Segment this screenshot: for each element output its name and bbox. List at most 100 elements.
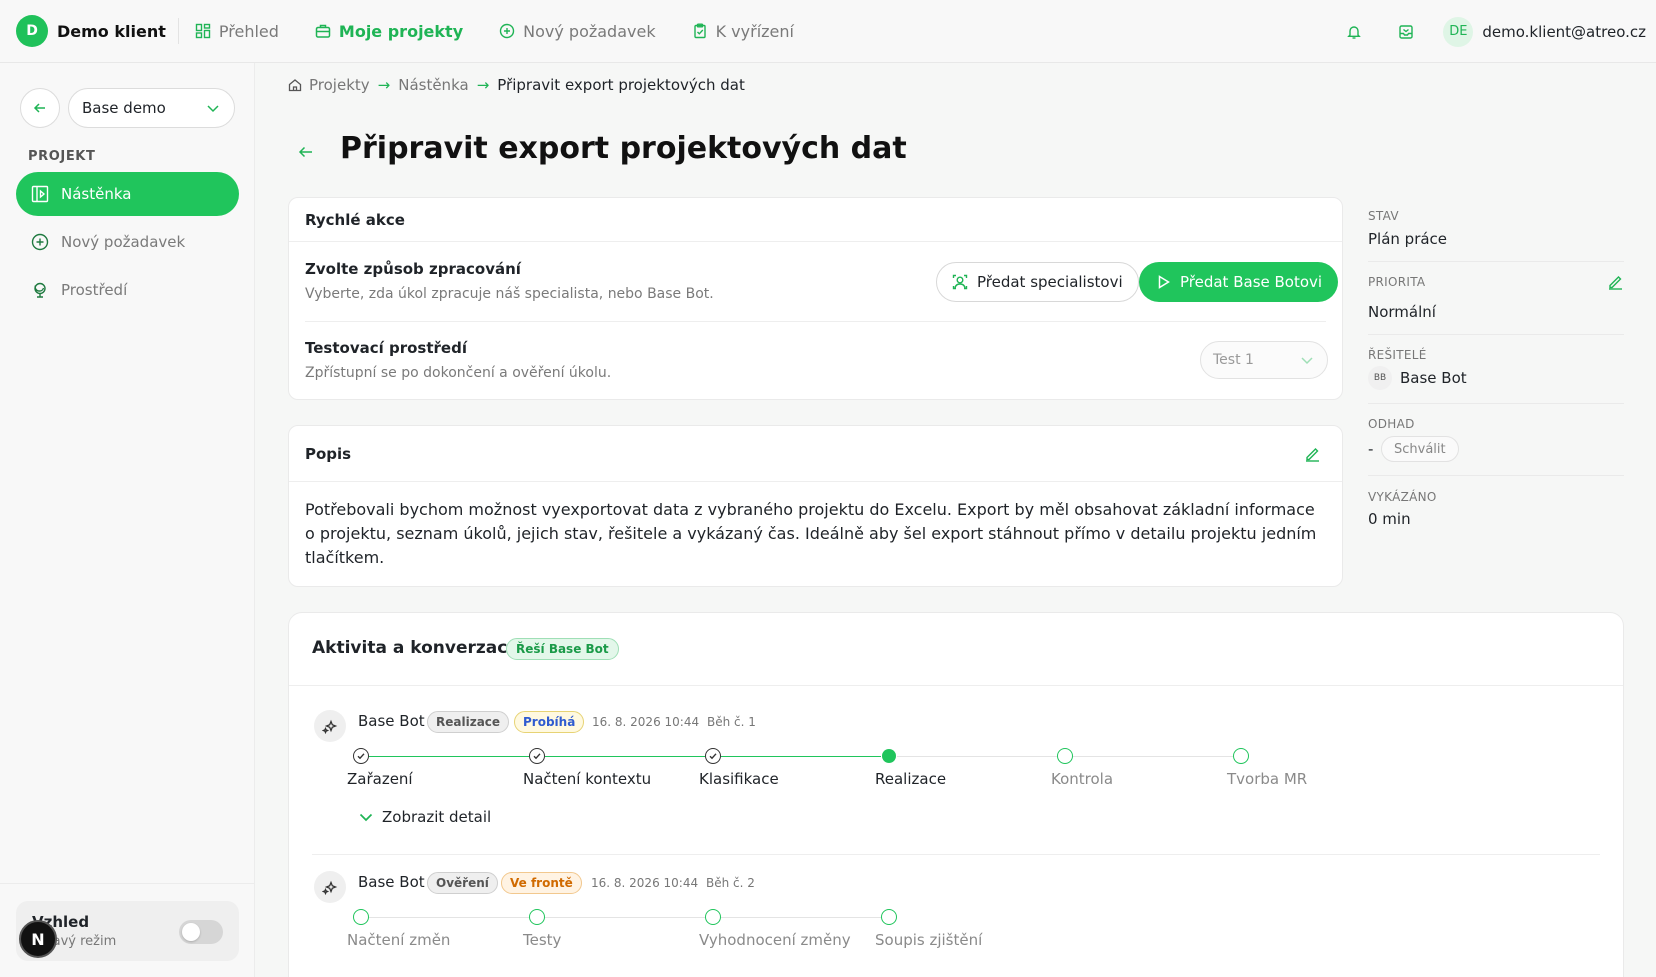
toggle-knob — [182, 923, 200, 941]
inbox-button[interactable] — [1391, 17, 1421, 47]
arrow-right-icon: → — [476, 76, 490, 94]
quick-actions-title: Rychlé akce — [289, 198, 1342, 242]
brand-logo: D — [16, 15, 48, 47]
edit-description-button[interactable] — [1304, 445, 1321, 462]
run-phase-badge: Realizace — [427, 711, 510, 733]
globe-icon — [31, 281, 61, 299]
topnav-new-request-label: Nový požadavek — [523, 21, 656, 41]
estimate-label: ODHAD — [1368, 417, 1415, 431]
breadcrumb-projects[interactable]: Projekty — [309, 76, 370, 94]
meta-divider — [1368, 475, 1624, 476]
breadcrumb-current: Připravit export projektových dat — [497, 76, 745, 94]
activity-card: Aktivita a konverzace Řeší Base Bot Base… — [288, 612, 1624, 977]
sidebar: Base demo PROJEKT Nástěnka Nový požadave… — [0, 63, 255, 977]
step-done-marker — [529, 748, 545, 764]
sidebar-back-button[interactable] — [20, 88, 60, 128]
description-title: Popis — [289, 426, 1342, 482]
check-icon — [533, 753, 541, 760]
run-number: Běh č. 2 — [706, 876, 755, 890]
environment-select: Test 1 — [1200, 341, 1328, 379]
pencil-icon — [1304, 445, 1321, 462]
step-label: Vyhodnocení změny — [699, 931, 851, 949]
run-datetime: 16. 8. 2026 10:44 — [591, 876, 699, 890]
step-connector — [369, 917, 529, 918]
step-pending-marker — [529, 909, 545, 925]
run-divider — [312, 854, 1600, 855]
handover-specialist-button[interactable]: Předat specialistovi — [936, 262, 1139, 302]
step-done-marker — [353, 748, 369, 764]
breadcrumb-board[interactable]: Nástěnka — [398, 76, 468, 94]
step-label: Realizace — [875, 770, 947, 788]
check-icon — [357, 753, 365, 760]
bot-avatar — [314, 871, 346, 903]
processing-subtitle: Vyberte, zda úkol zpracuje náš specialis… — [305, 286, 714, 302]
estimate-value: - — [1368, 440, 1374, 458]
notifications-button[interactable] — [1339, 17, 1369, 47]
environment-select-value: Test 1 — [1213, 352, 1254, 368]
project-select[interactable]: Base demo — [68, 88, 235, 128]
bot-avatar — [314, 710, 346, 742]
status-label: STAV — [1368, 209, 1399, 223]
top-divider — [177, 18, 179, 44]
plus-circle-icon — [499, 23, 523, 39]
specialist-icon — [952, 274, 977, 290]
sidebar-item-environment[interactable]: Prostředí — [16, 268, 239, 312]
handover-bot-label: Předat Base Botovi — [1180, 273, 1323, 291]
topnav-overview[interactable]: Přehled — [195, 22, 279, 41]
home-icon — [288, 78, 302, 92]
topnav-my-projects-label: Moje projekty — [338, 21, 464, 41]
topnav-to-do[interactable]: K vyřízení — [692, 22, 794, 41]
play-icon — [1155, 274, 1180, 290]
step-pending-marker — [881, 909, 897, 925]
page-back-button[interactable] — [296, 142, 316, 162]
page-title: Připravit export projektových dat — [340, 131, 907, 166]
step-connector — [545, 756, 705, 757]
sparkle-icon — [322, 879, 338, 895]
show-detail-button[interactable]: Zobrazit detail — [358, 808, 491, 826]
arrow-right-icon: → — [377, 76, 391, 94]
user-menu[interactable]: DE demo.klient@atreo.cz — [1443, 16, 1646, 47]
pencil-icon — [1607, 273, 1624, 290]
quick-actions-card: Rychlé akce Zvolte způsob zpracování Vyb… — [288, 197, 1343, 400]
plus-circle-icon — [31, 233, 61, 251]
board-icon — [31, 185, 61, 203]
activity-badge: Řeší Base Bot — [506, 638, 619, 660]
dashboard-icon — [195, 23, 219, 39]
step-label: Kontrola — [1051, 770, 1114, 788]
step-label: Soupis zjištění — [875, 931, 983, 949]
step-done-marker — [705, 748, 721, 764]
inbox-icon — [1398, 24, 1414, 40]
step-label: Načtení změn — [347, 931, 451, 949]
dark-mode-toggle[interactable] — [179, 920, 223, 944]
bell-icon — [1346, 24, 1362, 40]
run-datetime: 16. 8. 2026 10:44 — [592, 715, 700, 729]
edit-priority-button[interactable] — [1607, 273, 1624, 290]
logged-label: VYKÁZÁNO — [1368, 490, 1437, 504]
step-active-marker — [882, 749, 896, 763]
run-author: Base Bot — [358, 873, 425, 891]
handover-specialist-label: Předat specialistovi — [977, 273, 1123, 291]
sidebar-item-new-request[interactable]: Nový požadavek — [16, 220, 239, 264]
chevron-down-icon — [205, 100, 221, 116]
topnav-my-projects[interactable]: Moje projekty — [315, 22, 463, 41]
step-label: Zařazení — [347, 770, 413, 788]
help-fab-button[interactable]: N — [19, 920, 57, 958]
clipboard-icon — [692, 23, 716, 39]
top-bar: D Demo klient Přehled Moje projekty Nový… — [0, 0, 1656, 63]
step-connector — [1073, 756, 1233, 757]
processing-title: Zvolte způsob zpracování — [305, 260, 521, 278]
quick-actions-divider — [305, 321, 1326, 322]
logged-value: 0 min — [1368, 510, 1411, 528]
step-connector — [369, 756, 529, 757]
step-label: Testy — [523, 931, 562, 949]
step-connector — [721, 917, 881, 918]
sidebar-item-board[interactable]: Nástěnka — [16, 172, 239, 216]
brand[interactable]: D Demo klient — [0, 0, 166, 63]
user-email: demo.klient@atreo.cz — [1482, 22, 1646, 41]
topnav-new-request[interactable]: Nový požadavek — [499, 21, 656, 41]
description-card: Popis Potřebovali bychom možnost vyexpor… — [288, 425, 1343, 587]
approve-estimate-button[interactable]: Schválit — [1381, 436, 1459, 462]
handover-bot-button[interactable]: Předat Base Botovi — [1139, 262, 1339, 302]
topnav-to-do-label: K vyřízení — [715, 21, 794, 41]
chevron-down-icon — [1299, 352, 1315, 368]
